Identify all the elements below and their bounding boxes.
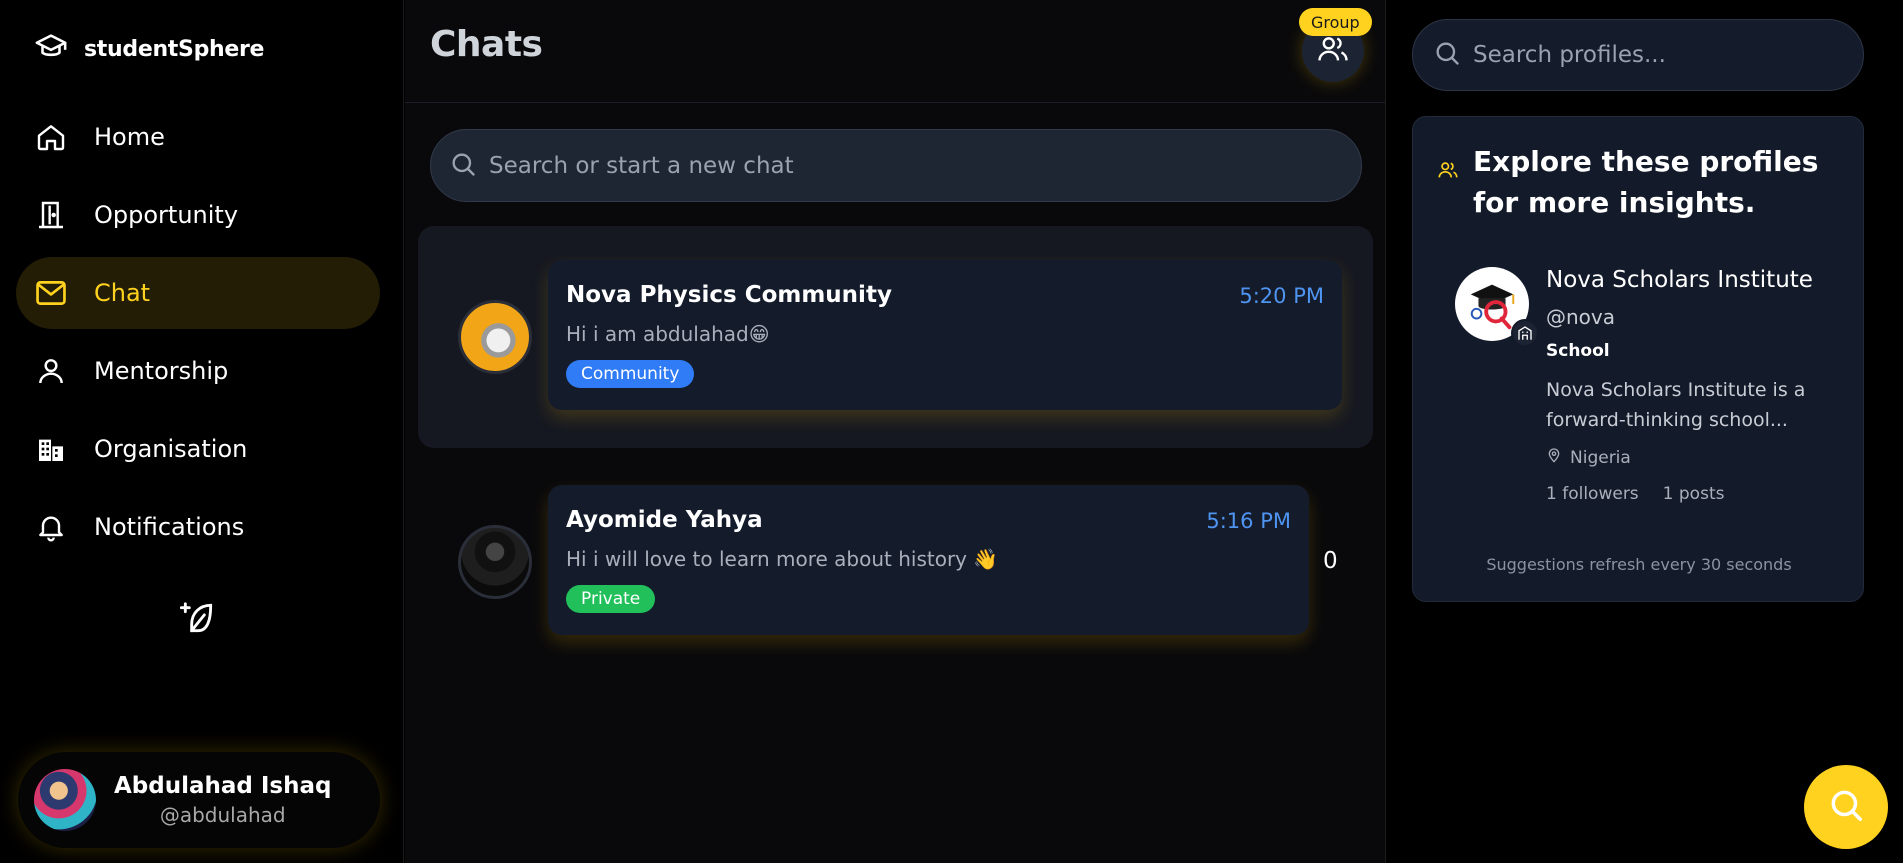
users-icon: [1316, 32, 1350, 70]
bell-icon: [34, 510, 68, 544]
chat-time: 5:20 PM: [1239, 284, 1324, 308]
suggested-profiles-card: Explore these profiles for more insights…: [1412, 116, 1864, 602]
profile-search-input[interactable]: [1473, 42, 1853, 68]
explore-panel: Explore these profiles for more insights…: [1387, 0, 1903, 863]
home-icon: [34, 120, 68, 154]
group-badge: Group: [1299, 8, 1372, 36]
refresh-note: Suggestions refresh every 30 seconds: [1486, 555, 1792, 574]
chat-time: 5:16 PM: [1206, 509, 1291, 533]
chat-name: Nova Physics Community: [566, 282, 892, 308]
user-name: Abdulahad Ishaq: [114, 773, 332, 799]
unread-count: 0: [1323, 548, 1338, 574]
avatar: [34, 769, 96, 831]
avatar: [458, 300, 532, 374]
profile-stats: 1 followers 1 posts: [1546, 484, 1846, 504]
chat-list-item[interactable]: Ayomide Yahya 5:16 PM Hi i will love to …: [418, 451, 1373, 673]
chats-header: Chats Group: [405, 0, 1385, 103]
graduation-cap-icon: [34, 30, 68, 68]
chat-last-message: Hi i will love to learn more about histo…: [566, 547, 999, 571]
posts-count: 1 posts: [1662, 484, 1725, 504]
chat-last-message: Hi i am abdulahad😁: [566, 322, 770, 346]
chat-list-item[interactable]: Nova Physics Community 5:20 PM Hi i am a…: [418, 226, 1373, 448]
sidebar-item-notifications[interactable]: Notifications: [16, 491, 380, 563]
search-icon: [1827, 786, 1865, 828]
sidebar-item-label: Home: [94, 123, 165, 151]
sidebar: studentSphere Home Opportunity Chat Ment…: [0, 0, 404, 863]
sidebar-item-label: Opportunity: [94, 201, 239, 229]
section-title: Explore these profiles for more insights…: [1473, 145, 1819, 219]
sidebar-item-mentorship[interactable]: Mentorship: [16, 335, 380, 407]
profile-search-bar: [1412, 19, 1864, 91]
followers-count: 1 followers: [1546, 484, 1639, 504]
brand-name: studentSphere: [84, 36, 265, 62]
chat-type-badge: Community: [566, 360, 695, 388]
current-user-card[interactable]: Abdulahad Ishaq @abdulahad: [18, 752, 380, 848]
profile-bio: Nova Scholars Institute is a forward-thi…: [1546, 379, 1806, 431]
profile-type: School: [1546, 341, 1610, 361]
sidebar-nav: Home Opportunity Chat Mentorship Organis…: [16, 101, 380, 569]
user-handle: @abdulahad: [159, 803, 286, 827]
search-icon: [449, 150, 477, 182]
sidebar-item-opportunity[interactable]: Opportunity: [16, 179, 380, 251]
chat-search-bar: [430, 129, 1362, 202]
building-icon: [34, 432, 68, 466]
chat-search-input[interactable]: [489, 152, 1349, 179]
map-pin-icon: [1546, 447, 1562, 468]
users-icon: [1437, 159, 1459, 185]
avatar: [458, 525, 532, 599]
profile-location: Nigeria: [1546, 447, 1846, 468]
chat-card[interactable]: Ayomide Yahya 5:16 PM Hi i will love to …: [548, 485, 1309, 635]
mail-icon: [34, 276, 68, 310]
brand[interactable]: studentSphere: [34, 30, 264, 68]
chat-type-badge: Private: [566, 585, 656, 613]
sidebar-item-label: Chat: [94, 279, 151, 307]
location-text: Nigeria: [1570, 447, 1631, 468]
search-icon: [1433, 39, 1461, 71]
sidebar-item-label: Mentorship: [94, 357, 229, 385]
school-badge-icon: [1511, 319, 1539, 347]
chat-card[interactable]: Nova Physics Community 5:20 PM Hi i am a…: [548, 260, 1342, 410]
profile-handle: @nova: [1546, 305, 1616, 329]
user-icon: [34, 354, 68, 388]
sidebar-item-home[interactable]: Home: [16, 101, 380, 173]
profile-name[interactable]: Nova Scholars Institute: [1546, 267, 1846, 293]
sidebar-item-organisation[interactable]: Organisation: [16, 413, 380, 485]
sidebar-item-chat[interactable]: Chat: [16, 257, 380, 329]
chats-panel: Chats Group Nova Physics Community 5:20 …: [405, 0, 1386, 863]
page-title: Chats: [430, 24, 543, 65]
compose-post-button[interactable]: [178, 600, 218, 640]
sidebar-item-label: Organisation: [94, 435, 248, 463]
chat-name: Ayomide Yahya: [566, 507, 763, 533]
feather-plus-icon: [179, 599, 217, 641]
door-icon: [34, 198, 68, 232]
search-fab-button[interactable]: [1804, 765, 1888, 849]
sidebar-item-label: Notifications: [94, 513, 245, 541]
